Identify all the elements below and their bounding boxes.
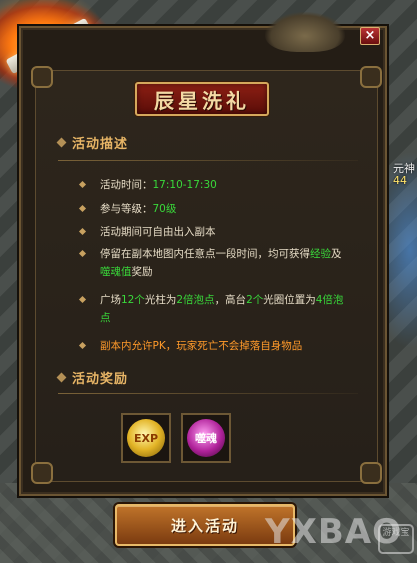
dragon-ornament-icon xyxy=(265,12,345,52)
item-text-segment: 副本内允许PK，玩家死亡不会掉落自身物品 xyxy=(100,340,303,352)
description-item-text: 活动时间：17:10-17:30 xyxy=(80,176,360,194)
corner-ornament xyxy=(31,462,53,484)
item-text-segment: 光圈位置为 xyxy=(263,294,316,306)
item-text-segment: 广场 xyxy=(100,294,121,306)
section-description-title: 活动描述 xyxy=(72,137,129,152)
player-tag: 元神 44 xyxy=(393,163,415,187)
description-item: 副本内允许PK，玩家死亡不会掉落自身物品 xyxy=(78,337,360,355)
description-item: 活动期间可自由出入副本 xyxy=(78,223,360,241)
close-button[interactable]: × xyxy=(360,27,380,45)
soul-orb-icon: 噬魂 xyxy=(187,419,225,457)
description-item: 广场12个光柱为2倍泡点，高台2个光圈位置为4倍泡点 xyxy=(78,291,350,327)
description-item-text: 停留在副本地图内任意点一段时间，均可获得经验及噬魂值奖励 xyxy=(80,245,350,281)
item-text-segment: 及 xyxy=(331,248,342,260)
section-description: 活动描述 xyxy=(56,133,129,152)
description-item-text: 活动期间可自由出入副本 xyxy=(80,223,360,241)
description-item: 活动时间：17:10-17:30 xyxy=(78,176,360,194)
section-reward-title: 活动奖励 xyxy=(72,372,129,387)
corner-ornament xyxy=(360,66,382,88)
item-text-segment: 70级 xyxy=(152,203,177,215)
description-item: 停留在副本地图内任意点一段时间，均可获得经验及噬魂值奖励 xyxy=(78,245,350,281)
dialog-title-plate: 辰星洗礼 xyxy=(135,82,269,116)
item-text-segment: 奖励 xyxy=(131,266,153,278)
section-reward: 活动奖励 xyxy=(56,368,129,387)
item-text-segment: 活动期间可自由出入副本 xyxy=(100,226,216,238)
item-text-segment: 2个 xyxy=(246,294,264,306)
item-text-segment: 2倍泡点 xyxy=(176,294,215,306)
item-text-segment: 参与等级： xyxy=(100,203,153,215)
item-text-segment: 光柱为 xyxy=(144,294,177,306)
description-item: 参与等级：70级 xyxy=(78,200,360,218)
item-text-segment: 噬魂值 xyxy=(100,266,132,278)
item-text-segment: 停留在副本地图内任意点一段时间，均可获得 xyxy=(100,248,310,260)
item-text-segment: 经验 xyxy=(310,248,331,260)
watermark-badge: 游戏宝 xyxy=(378,524,414,554)
player-tag-level: 44 xyxy=(393,174,407,187)
description-item-text: 广场12个光柱为2倍泡点，高台2个光圈位置为4倍泡点 xyxy=(80,291,350,327)
description-item-text: 参与等级：70级 xyxy=(80,200,360,218)
diamond-bullet-icon xyxy=(56,372,67,383)
section-divider xyxy=(58,160,358,161)
corner-ornament xyxy=(360,462,382,484)
description-item-text: 副本内允许PK，玩家死亡不会掉落自身物品 xyxy=(80,337,360,355)
item-text-segment: 17:10-17:30 xyxy=(152,179,217,191)
enter-activity-label: 进入活动 xyxy=(170,516,239,535)
exp-orb-icon: EXP xyxy=(127,419,165,457)
section-divider xyxy=(58,393,358,394)
diamond-bullet-icon xyxy=(56,137,67,148)
item-text-segment: 活动时间： xyxy=(100,179,153,191)
item-text-segment: ，高台 xyxy=(214,294,247,306)
item-text-segment: 12个 xyxy=(121,294,145,306)
dialog-title: 辰星洗礼 xyxy=(154,88,250,113)
corner-ornament xyxy=(31,66,53,88)
reward-slot-soul[interactable]: 噬魂 xyxy=(181,413,231,463)
reward-slot-exp[interactable]: EXP xyxy=(121,413,171,463)
